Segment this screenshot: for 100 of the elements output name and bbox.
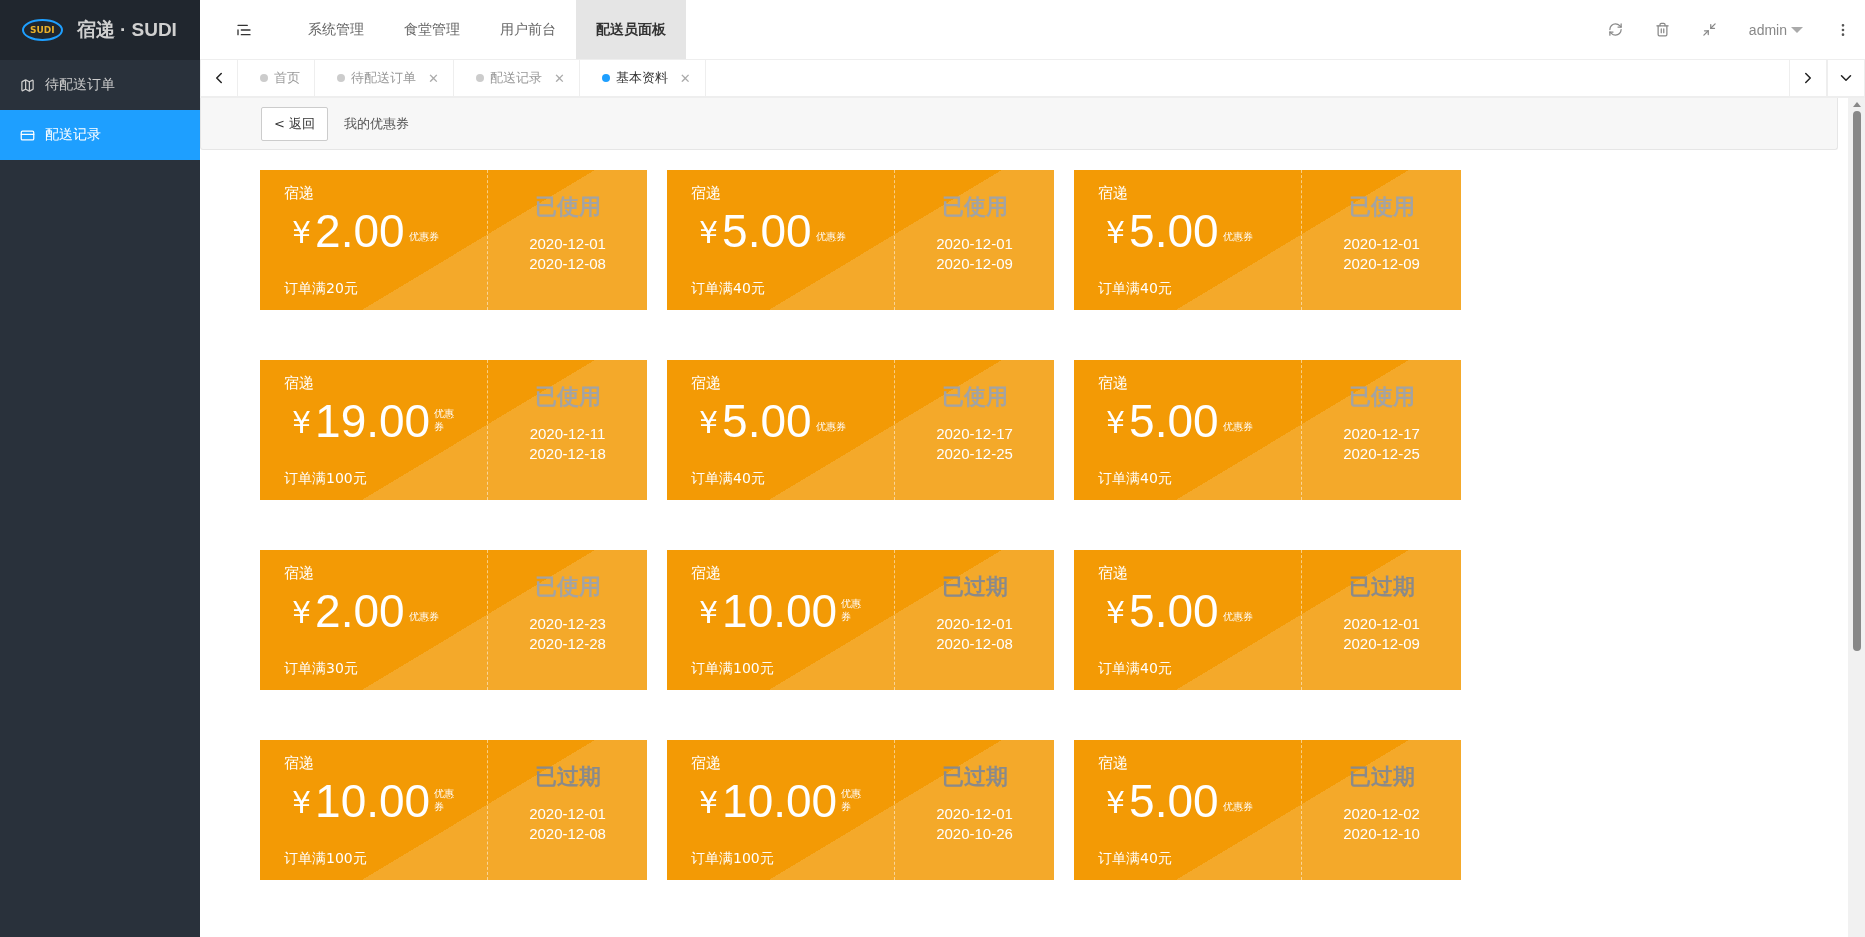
- currency-symbol: ¥: [292, 594, 312, 632]
- coupon-status: 已过期: [941, 763, 1008, 791]
- sidebar-label: 配送记录: [45, 126, 101, 144]
- coupon-condition: 订单满40元: [1098, 280, 1173, 298]
- currency-symbol: ¥: [1106, 214, 1126, 252]
- sidebar-item[interactable]: 待配送订单: [0, 60, 200, 110]
- coupon-start-date: 2020-12-01: [936, 234, 1013, 254]
- scroll-left-button[interactable]: [200, 60, 238, 96]
- coupon-unit: 优惠券: [434, 407, 456, 433]
- coupon-end-date: 2020-12-08: [529, 254, 606, 274]
- coupon-end-date: 2020-12-28: [529, 634, 606, 654]
- coupon-status: 已使用: [534, 573, 601, 601]
- currency-symbol: ¥: [699, 404, 719, 442]
- dropdown-button[interactable]: [1827, 60, 1865, 96]
- coupon-status: 已使用: [534, 383, 601, 411]
- coupon-amount: 2.00: [315, 205, 405, 257]
- coupon-status: 已使用: [534, 193, 601, 221]
- coupon-unit: 优惠券: [815, 230, 846, 243]
- coupon-condition: 订单满100元: [691, 660, 775, 678]
- coupon-amount: 5.00: [1129, 775, 1219, 827]
- coupon-start-date: 2020-12-11: [529, 424, 606, 444]
- currency-symbol: ¥: [699, 214, 719, 252]
- currency-symbol: ¥: [1106, 594, 1126, 632]
- coupon-amount: 5.00: [722, 205, 812, 257]
- tab-label: 配送记录: [489, 69, 542, 87]
- top-nav-item[interactable]: 系统管理: [288, 0, 384, 59]
- page-tab[interactable]: 待配送订单 ✕: [315, 60, 454, 96]
- currency-symbol: ¥: [1106, 404, 1126, 442]
- coupon-amount: 19.00: [315, 395, 431, 447]
- top-nav-item[interactable]: 用户前台: [480, 0, 576, 59]
- back-button[interactable]: < 返回: [261, 106, 329, 141]
- coupon-start-date: 2020-12-17: [936, 424, 1013, 444]
- coupon-end-date: 2020-12-08: [936, 634, 1013, 654]
- coupon-unit: 优惠券: [408, 230, 439, 243]
- coupon-condition: 订单满40元: [691, 280, 766, 298]
- tab-label: 首页: [274, 69, 300, 87]
- coupon-condition: 订单满40元: [1098, 660, 1173, 678]
- coupon-amount: 5.00: [1129, 205, 1219, 257]
- coupon-end-date: 2020-12-25: [936, 444, 1013, 464]
- close-icon[interactable]: ✕: [428, 70, 439, 86]
- coupon-end-date: 2020-12-18: [529, 444, 606, 464]
- coupon-amount: 10.00: [722, 585, 838, 637]
- map-icon: [20, 77, 35, 93]
- coupon-brand: 宿递: [691, 564, 722, 583]
- coupon-status: 已过期: [1348, 763, 1415, 791]
- logo: SUDI: [22, 19, 63, 41]
- coupon-amount: 2.00: [315, 585, 405, 637]
- coupon-brand: 宿递: [284, 374, 315, 393]
- coupon-start-date: 2020-12-02: [1343, 804, 1420, 824]
- coupon-status: 已使用: [941, 383, 1008, 411]
- coupon-end-date: 2020-12-09: [1343, 634, 1420, 654]
- currency-symbol: ¥: [292, 784, 312, 822]
- scrollbar[interactable]: [1848, 98, 1865, 937]
- coupon-status: 已过期: [941, 573, 1008, 601]
- close-icon[interactable]: ✕: [679, 70, 691, 86]
- coupon-end-date: 2020-12-09: [936, 254, 1013, 274]
- trash-icon[interactable]: [1654, 22, 1670, 37]
- coupon-end-date: 2020-10-26: [936, 824, 1013, 844]
- currency-symbol: ¥: [699, 594, 719, 632]
- coupon-status: 已过期: [534, 763, 601, 791]
- coupon-condition: 订单满30元: [284, 660, 359, 678]
- refresh-icon[interactable]: [1607, 22, 1623, 37]
- coupon-start-date: 2020-12-23: [529, 614, 606, 634]
- page-tab[interactable]: 基本资料 ✕: [579, 60, 706, 96]
- card-icon: [20, 127, 35, 143]
- page-tab[interactable]: 首页: [238, 60, 315, 96]
- currency-symbol: ¥: [1106, 784, 1126, 822]
- coupon-condition: 订单满100元: [691, 850, 775, 868]
- coupon-amount: 5.00: [1129, 395, 1219, 447]
- coupon-brand: 宿递: [1098, 374, 1129, 393]
- coupon-start-date: 2020-12-01: [936, 614, 1013, 634]
- coupon-brand: 宿递: [691, 754, 722, 773]
- user-menu[interactable]: admin: [1748, 21, 1803, 38]
- coupon-amount: 5.00: [722, 395, 812, 447]
- coupon-end-date: 2020-12-09: [1343, 254, 1420, 274]
- coupon-end-date: 2020-12-25: [1343, 444, 1420, 464]
- coupon-start-date: 2020-12-01: [529, 804, 606, 824]
- coupon-end-date: 2020-12-08: [529, 824, 606, 844]
- scroll-right-button[interactable]: [1789, 60, 1827, 96]
- coupon-unit: 优惠券: [1222, 420, 1253, 433]
- top-nav-item[interactable]: 食堂管理: [384, 0, 480, 59]
- page-title: 我的优惠券: [344, 114, 410, 133]
- coupon-unit: 优惠券: [1222, 230, 1253, 243]
- sidebar-label: 待配送订单: [45, 76, 115, 94]
- coupon-condition: 订单满100元: [284, 470, 368, 488]
- coupon-end-date: 2020-12-10: [1343, 824, 1420, 844]
- coupon-start-date: 2020-12-01: [1343, 234, 1420, 254]
- coupon-start-date: 2020-12-01: [529, 234, 606, 254]
- coupon-brand: 宿递: [284, 754, 315, 773]
- coupon-status: 已使用: [1348, 383, 1415, 411]
- page-tab[interactable]: 配送记录 ✕: [453, 60, 580, 96]
- top-nav-item[interactable]: 配送员面板: [576, 0, 686, 59]
- currency-symbol: ¥: [292, 214, 312, 252]
- currency-symbol: ¥: [699, 784, 719, 822]
- coupon-start-date: 2020-12-17: [1343, 424, 1420, 444]
- sidebar-item[interactable]: 配送记录: [0, 110, 200, 160]
- minimize-icon[interactable]: [1701, 22, 1717, 37]
- coupon-brand: 宿递: [1098, 754, 1129, 773]
- currency-symbol: ¥: [292, 404, 312, 442]
- close-icon[interactable]: ✕: [553, 70, 565, 86]
